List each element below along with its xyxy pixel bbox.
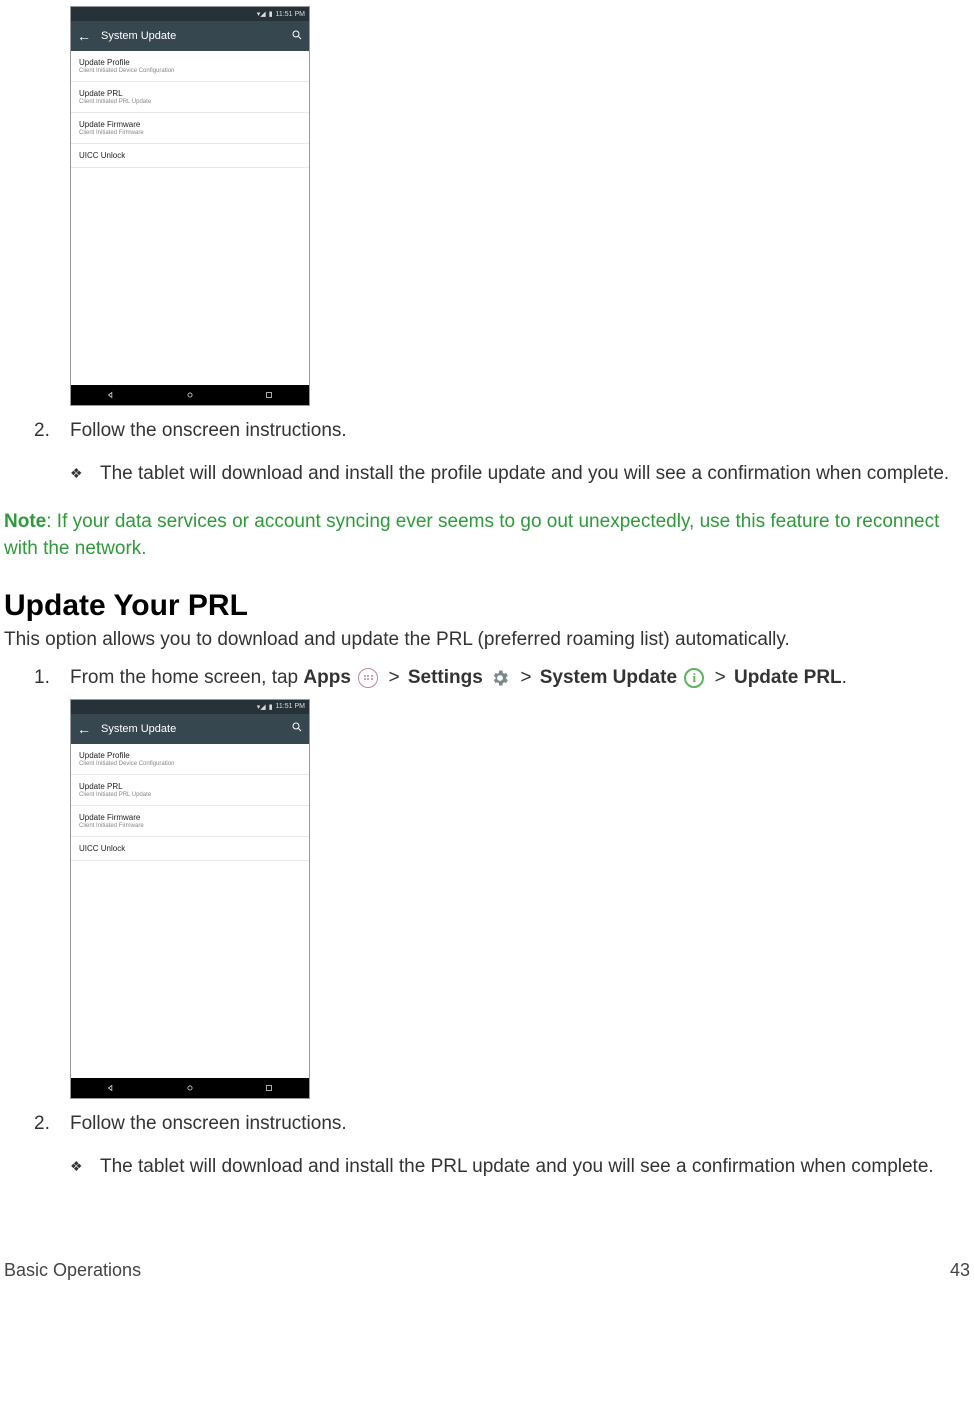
nav-back-icon: [106, 384, 116, 406]
nav-home-icon: [185, 384, 195, 406]
list-item: Update PRL Client Initiated PRL Update: [71, 82, 309, 113]
status-bar: ▾◢ ▮ 11:51 PM: [71, 700, 309, 714]
app-title: System Update: [101, 30, 281, 42]
step-1-sec2: 1. From the home screen, tap Apps > Sett…: [34, 667, 970, 689]
apps-icon: [358, 668, 378, 688]
list-item: Update Profile Client Initiated Device C…: [71, 744, 309, 775]
status-time: 11:51 PM: [276, 11, 305, 18]
prl-description: This option allows you to download and u…: [4, 629, 970, 651]
app-title-bar: ← System Update: [71, 21, 309, 51]
back-arrow-icon: ←: [77, 721, 91, 737]
screenshot-system-update-1: ▾◢ ▮ 11:51 PM ← System Update Update Pro…: [70, 6, 310, 406]
list-item: Update Profile Client Initiated Device C…: [71, 51, 309, 82]
bullet-sec1: ❖ The tablet will download and install t…: [70, 460, 970, 488]
screenshot-system-update-2: ▾◢ ▮ 11:51 PM ← System Update Update Pro…: [70, 699, 310, 1099]
step-2-sec1: 2. Follow the onscreen instructions.: [34, 420, 970, 442]
bullet-sec2: ❖ The tablet will download and install t…: [70, 1153, 970, 1181]
heading-update-your-prl: Update Your PRL: [4, 589, 970, 623]
info-icon: i: [684, 668, 704, 688]
page-footer: Basic Operations 43: [4, 1260, 970, 1281]
nav-home-icon: [185, 1077, 195, 1099]
footer-section: Basic Operations: [4, 1260, 141, 1281]
note-text: Note: If your data services or account s…: [4, 508, 970, 563]
app-title-bar: ← System Update: [71, 714, 309, 744]
wifi-icon: ▾◢: [257, 10, 266, 18]
list-item: Update Firmware Client Initiated Firmwar…: [71, 113, 309, 144]
settings-list: Update Profile Client Initiated Device C…: [71, 51, 309, 385]
diamond-bullet-icon: ❖: [70, 460, 100, 488]
android-nav-bar: [71, 385, 309, 405]
app-title: System Update: [101, 723, 281, 735]
step-2-sec2: 2. Follow the onscreen instructions.: [34, 1113, 970, 1135]
list-item: UICC Unlock: [71, 837, 309, 861]
list-item: Update PRL Client Initiated PRL Update: [71, 775, 309, 806]
battery-icon: ▮: [269, 10, 273, 18]
settings-gear-icon: [490, 668, 510, 688]
status-bar: ▾◢ ▮ 11:51 PM: [71, 7, 309, 21]
search-icon: [291, 721, 303, 736]
nav-recent-icon: [264, 384, 274, 406]
battery-icon: ▮: [269, 703, 273, 711]
status-time: 11:51 PM: [276, 703, 305, 710]
diamond-bullet-icon: ❖: [70, 1153, 100, 1181]
android-nav-bar: [71, 1078, 309, 1098]
list-item: Update Firmware Client Initiated Firmwar…: [71, 806, 309, 837]
nav-recent-icon: [264, 1077, 274, 1099]
wifi-icon: ▾◢: [257, 703, 266, 711]
list-item: UICC Unlock: [71, 144, 309, 168]
settings-list: Update Profile Client Initiated Device C…: [71, 744, 309, 1078]
nav-back-icon: [106, 1077, 116, 1099]
back-arrow-icon: ←: [77, 28, 91, 44]
footer-page-number: 43: [950, 1260, 970, 1281]
search-icon: [291, 29, 303, 44]
